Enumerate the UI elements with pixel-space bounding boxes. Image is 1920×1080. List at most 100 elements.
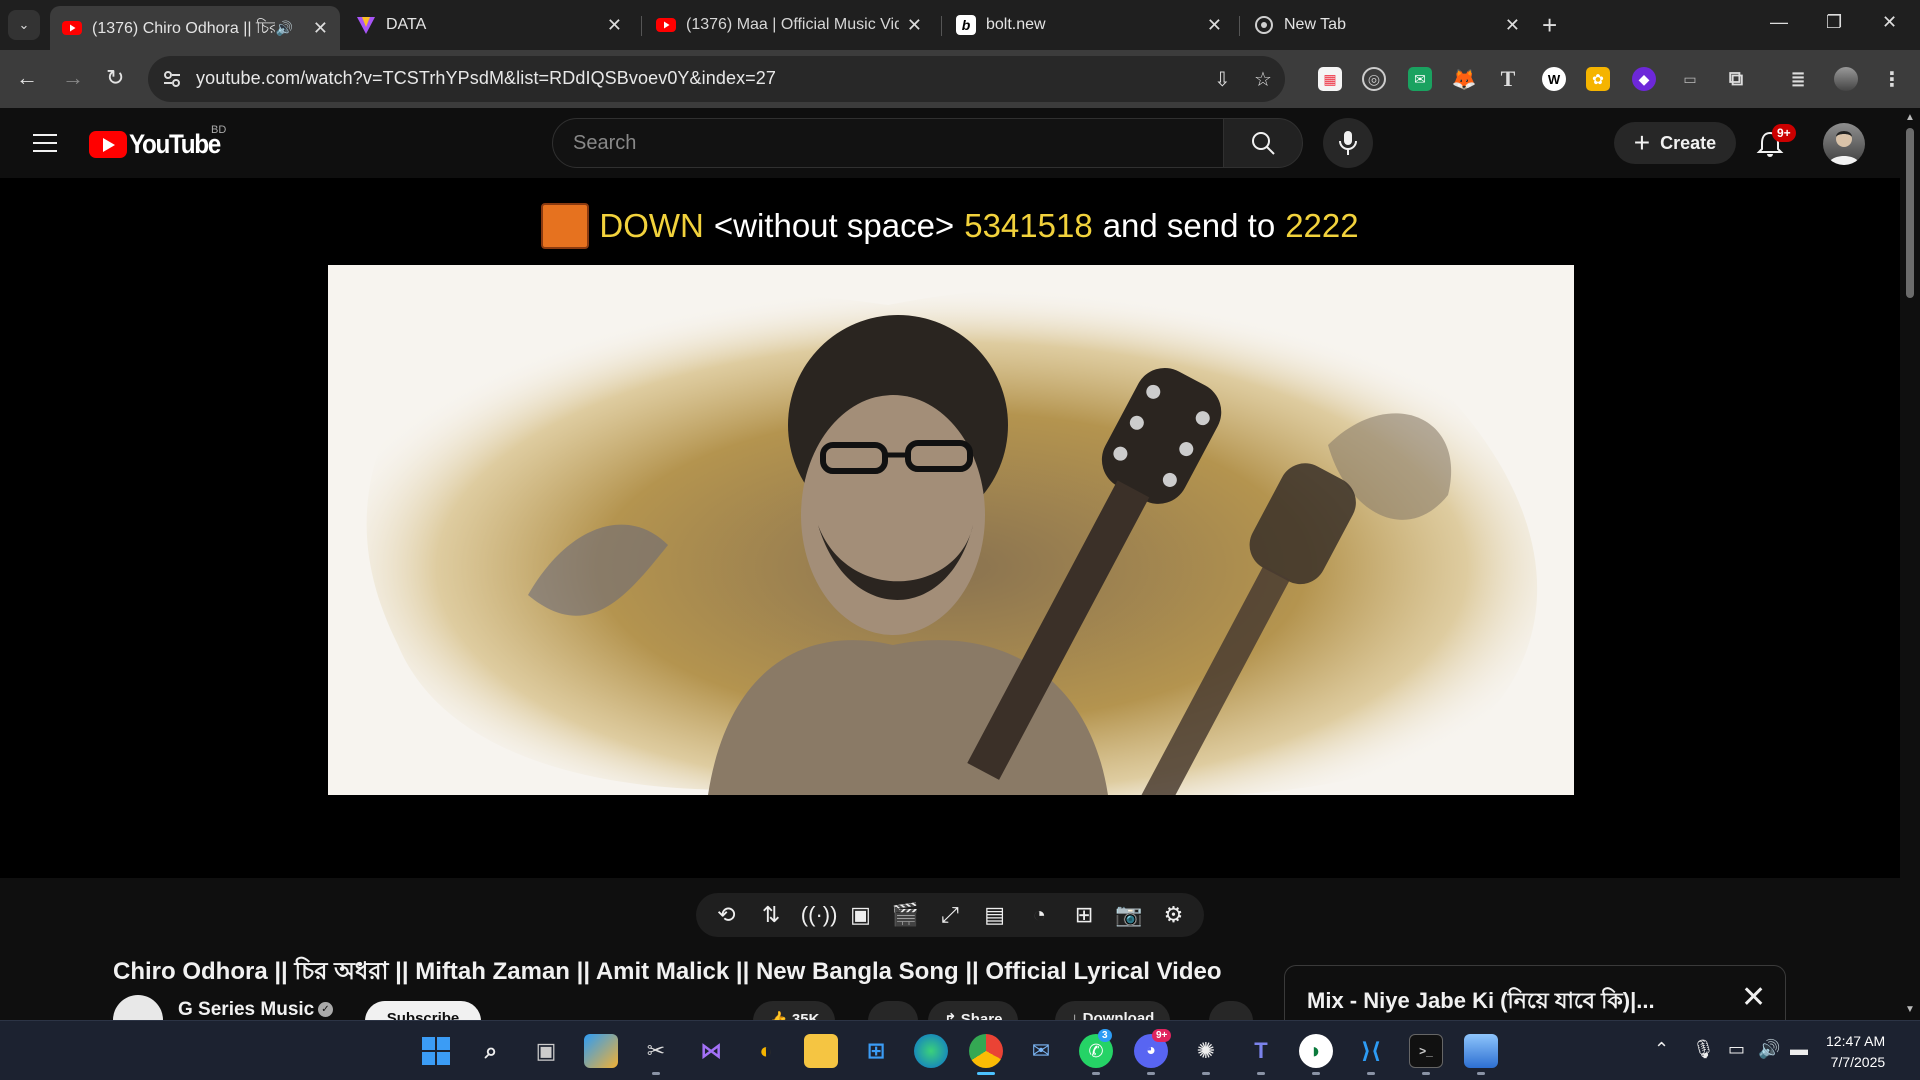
mix-title[interactable]: Mix - Niye Jabe Ki (নিয়ে যাবে কি)|... — [1307, 984, 1727, 1021]
close-tab-icon[interactable]: ✕ — [1505, 15, 1520, 36]
tab-maa[interactable]: (1376) Maa | Official Music Video ✕ — [644, 6, 934, 44]
loop-icon[interactable]: ⟲ — [711, 902, 741, 928]
more-actions-button[interactable] — [1209, 1001, 1253, 1021]
compass-extension-icon[interactable]: ◎ — [1362, 67, 1386, 91]
text-extension-icon[interactable]: T — [1496, 66, 1520, 91]
back-arrow-icon[interactable]: ← — [16, 65, 38, 91]
video-player[interactable]: DOWN <without space> 5341518 and send to… — [0, 178, 1900, 878]
channel-avatar[interactable] — [113, 995, 163, 1021]
ai-extension-icon[interactable]: ◆ — [1632, 67, 1656, 91]
search-button[interactable] — [1223, 118, 1303, 168]
minimize-icon[interactable]: — — [1770, 12, 1788, 33]
battery-icon[interactable]: ▬ — [1790, 1039, 1808, 1060]
expand-icon[interactable]: ⤢ — [935, 902, 965, 928]
microphone-tray-icon[interactable]: 🎙 — [1692, 1039, 1715, 1060]
page-scrollbar[interactable]: ▲ ▼ — [1900, 108, 1920, 1020]
file-explorer-icon[interactable] — [804, 1034, 838, 1068]
window-close-icon[interactable]: ✕ — [1882, 12, 1897, 33]
profile-avatar[interactable] — [1834, 67, 1858, 91]
metamask-extension-icon[interactable]: 🦊 — [1452, 67, 1477, 91]
tab-data[interactable]: DATA ✕ — [344, 6, 634, 44]
browser-menu-icon[interactable]: ⋮ — [1880, 67, 1904, 91]
new-tab-button[interactable]: + — [1542, 12, 1557, 38]
tab-chiro-odhora[interactable]: (1376) Chiro Odhora || চির অধরা || Mifta… — [50, 6, 340, 50]
reader-extension-icon[interactable]: ▭ — [1678, 67, 1702, 91]
address-bar[interactable]: youtube.com/watch?v=TCSTrhYPsdM&list=RDd… — [148, 56, 1285, 102]
notification-count-badge: 9+ — [1772, 124, 1796, 142]
tab-title: bolt.new — [986, 16, 1046, 33]
mail-extension-icon[interactable]: ✉ — [1408, 67, 1432, 91]
taskbar-search-icon[interactable]: ⌕ — [474, 1034, 508, 1068]
scroll-thumb[interactable] — [1906, 128, 1914, 298]
download-button[interactable]: ↓ Download — [1055, 1001, 1171, 1021]
volume-icon[interactable]: 🔊 — [1758, 1039, 1780, 1060]
scroll-up-icon[interactable]: ▲ — [1905, 112, 1915, 123]
close-icon[interactable]: ✕ — [1741, 983, 1766, 1013]
close-tab-icon[interactable]: ✕ — [907, 15, 922, 36]
clock-time: 12:47 AM — [1826, 1033, 1886, 1049]
cinema-mode-icon[interactable]: 🎬 — [890, 902, 920, 928]
apps-extension-icon[interactable]: ✿ — [1586, 67, 1610, 91]
app-icon[interactable]: ◐ — [749, 1034, 783, 1068]
tab-search-button[interactable]: ⌄ — [8, 10, 40, 40]
photos-icon[interactable] — [1464, 1034, 1498, 1068]
hamburger-menu-icon[interactable] — [33, 134, 57, 152]
running-indicator — [652, 1072, 660, 1075]
extension-icon[interactable]: ▦ — [1318, 67, 1342, 91]
create-button[interactable]: + Create — [1614, 122, 1736, 164]
speed-icon[interactable]: ◔ — [1024, 902, 1054, 928]
close-tab-icon[interactable]: ✕ — [1207, 15, 1222, 36]
system-clock[interactable]: 12:47 AM 7/7/2025 — [1826, 1031, 1885, 1073]
edge-icon[interactable] — [914, 1034, 948, 1068]
settings-gear-icon[interactable]: ⚙ — [1159, 902, 1189, 928]
terminal-icon[interactable]: >_ — [1409, 1034, 1443, 1068]
share-button[interactable]: ↱ Share — [928, 1001, 1019, 1021]
vscode-icon[interactable]: ⟩⟨ — [1354, 1034, 1388, 1068]
add-icon[interactable]: ⊞ — [1069, 902, 1099, 928]
tab-separator — [941, 16, 942, 36]
scroll-down-icon[interactable]: ▼ — [1905, 1004, 1915, 1015]
watch-later-icon[interactable]: ▣ — [846, 902, 876, 928]
extensions-puzzle-icon[interactable]: ⧉ — [1724, 67, 1748, 91]
app-leaf-icon[interactable]: ◗ — [1299, 1034, 1333, 1068]
restore-icon[interactable]: ❐ — [1826, 12, 1842, 33]
subscribe-button[interactable]: Subscribe — [365, 1001, 481, 1021]
wordtune-extension-icon[interactable]: W — [1542, 67, 1566, 91]
like-button[interactable]: 👍 35K — [753, 1001, 836, 1021]
tab-new-tab[interactable]: New Tab ✕ — [1242, 6, 1532, 44]
speaker-icon[interactable]: 🔊 — [275, 20, 292, 37]
microsoft-store-icon[interactable]: ⊞ — [859, 1034, 893, 1068]
copilot-icon[interactable] — [584, 1034, 618, 1068]
forward-arrow-icon[interactable]: → — [62, 65, 84, 91]
sort-icon[interactable]: ⇅ — [756, 902, 786, 928]
network-icon[interactable]: ▭ — [1728, 1039, 1745, 1060]
close-tab-icon[interactable]: ✕ — [607, 15, 622, 36]
voice-search-button[interactable] — [1323, 118, 1373, 168]
running-indicator — [1312, 1072, 1320, 1075]
chatgpt-icon[interactable]: ✺ — [1189, 1034, 1223, 1068]
teams-icon[interactable]: T — [1244, 1034, 1278, 1068]
snipping-tool-icon[interactable]: ✂ — [639, 1034, 673, 1068]
channel-name[interactable]: G Series Music — [178, 999, 314, 1021]
bookmark-star-icon[interactable]: ☆ — [1254, 67, 1272, 92]
discord-badge: 9+ — [1152, 1029, 1172, 1042]
frame-icon[interactable]: ▤ — [980, 902, 1010, 928]
youtube-logo[interactable]: YouTube — [89, 129, 230, 159]
screenshot-camera-icon[interactable]: 📷 — [1114, 902, 1144, 928]
search-input[interactable]: Search — [552, 118, 1224, 168]
outlook-icon[interactable]: ✉ — [1024, 1034, 1058, 1068]
audio-mode-icon[interactable]: ((·)) — [801, 902, 838, 928]
dislike-button[interactable] — [868, 1001, 918, 1021]
close-tab-icon[interactable]: ✕ — [313, 18, 328, 39]
site-info-icon[interactable] — [162, 69, 182, 89]
install-app-icon[interactable]: ⇩ — [1214, 67, 1231, 92]
reload-icon[interactable]: ↻ — [106, 65, 124, 91]
media-control-icon[interactable]: ≣ — [1786, 67, 1810, 91]
tab-bolt[interactable]: b bolt.new ✕ — [944, 6, 1234, 44]
chevron-up-icon[interactable]: ⌃ — [1654, 1039, 1669, 1060]
windows-start-icon[interactable] — [419, 1034, 453, 1068]
visual-studio-icon[interactable]: ⋈ — [694, 1034, 728, 1068]
chrome-icon[interactable] — [969, 1034, 1003, 1068]
task-view-icon[interactable]: ▣ — [529, 1034, 563, 1068]
account-avatar[interactable] — [1823, 123, 1865, 165]
